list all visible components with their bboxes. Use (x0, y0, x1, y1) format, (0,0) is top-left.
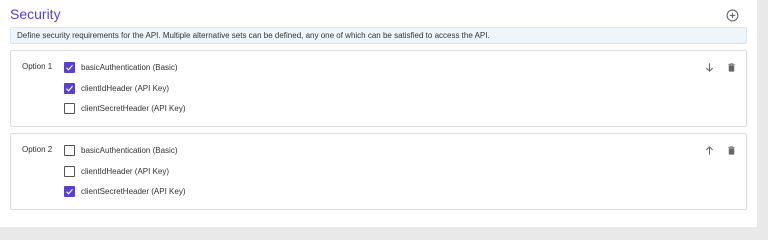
checkbox[interactable] (64, 61, 75, 73)
scheme-label: clientSecretHeader (API Key) (81, 186, 186, 196)
checkmark-icon (66, 64, 73, 71)
scheme-row-client-secret[interactable]: clientSecretHeader (API Key) (64, 102, 186, 114)
trash-icon (727, 62, 735, 72)
scheme-label: basicAuthentication (Basic) (81, 145, 178, 155)
option-label: Option 1 (22, 62, 53, 71)
checkbox[interactable] (64, 185, 75, 197)
option-card-1: Option 1 basicAuthentication (Basic) cli… (10, 50, 747, 127)
plus-circle-icon (726, 9, 738, 21)
move-down-button[interactable] (703, 61, 715, 73)
arrow-up-icon (705, 145, 713, 155)
checkmark-icon (66, 188, 73, 195)
scheme-label: clientIdHeader (API Key) (81, 166, 170, 176)
scheme-label: basicAuthentication (Basic) (81, 62, 178, 72)
delete-option-button[interactable] (725, 61, 737, 73)
move-up-button[interactable] (703, 144, 715, 156)
scheme-row-client-id[interactable]: clientIdHeader (API Key) (64, 165, 169, 177)
security-panel: Security Define security requirements fo… (0, 0, 757, 227)
option-card-2: Option 2 basicAuthentication (Basic) cli… (10, 133, 747, 210)
section-title: Security (10, 6, 61, 22)
info-banner: Define security requirements for the API… (10, 27, 747, 44)
scheme-row-basic-auth[interactable]: basicAuthentication (Basic) (64, 144, 178, 156)
trash-icon (727, 145, 735, 155)
scheme-label: clientIdHeader (API Key) (81, 83, 170, 93)
checkmark-icon (66, 85, 73, 92)
checkbox[interactable] (64, 102, 75, 114)
checkbox[interactable] (64, 165, 75, 177)
checkbox[interactable] (64, 144, 75, 156)
scheme-label: clientSecretHeader (API Key) (81, 103, 186, 113)
scheme-row-client-id[interactable]: clientIdHeader (API Key) (64, 82, 169, 94)
checkbox[interactable] (64, 82, 75, 94)
scheme-row-client-secret[interactable]: clientSecretHeader (API Key) (64, 185, 186, 197)
add-option-button[interactable] (725, 8, 739, 22)
option-label: Option 2 (22, 145, 53, 154)
arrow-down-icon (705, 62, 713, 72)
scheme-row-basic-auth[interactable]: basicAuthentication (Basic) (64, 61, 178, 73)
delete-option-button[interactable] (725, 144, 737, 156)
